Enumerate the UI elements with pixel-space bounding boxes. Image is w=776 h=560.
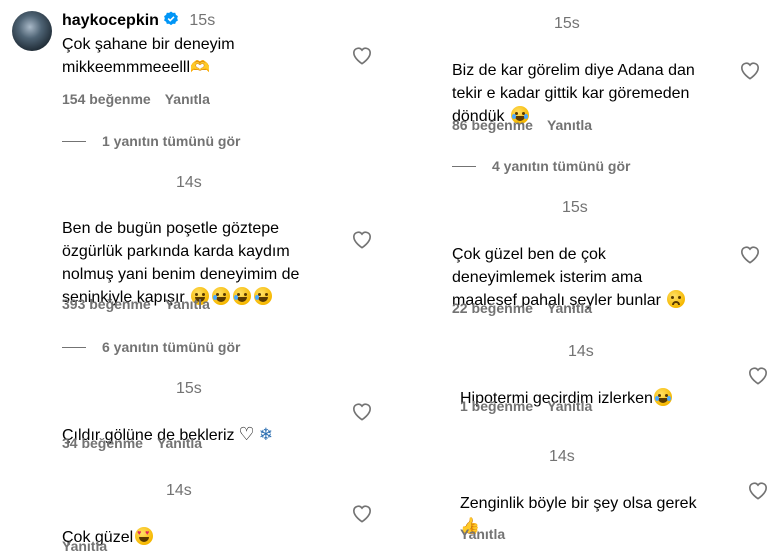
view-replies-button[interactable]: 4 yanıtın tümünü gör [452, 158, 630, 174]
reply-button[interactable]: Yanıtla [62, 538, 107, 554]
heart-eyes-emoji-icon: ♥ ♥ [135, 527, 154, 545]
view-replies-label: 1 yanıtın tümünü gör [102, 133, 241, 149]
like-button[interactable] [351, 401, 373, 421]
comment-actions: 154 beğenme Yanıtla [62, 91, 224, 107]
snowflake-emoji-icon: ❄ [258, 425, 273, 444]
likes-count[interactable]: 1 beğenme [460, 398, 533, 414]
comment-actions: 34 beğenme Yanıtla [62, 435, 216, 451]
like-button[interactable] [739, 244, 761, 264]
timestamp: 15s [176, 380, 202, 397]
likes-count[interactable]: 154 beğenme [62, 91, 151, 107]
sad-emoji-icon [667, 290, 686, 308]
heart-outline-icon [748, 367, 768, 385]
comment-actions: 86 beğenme Yanıtla [452, 117, 606, 133]
grinning-sweat-emoji-icon [653, 388, 672, 406]
rofl-emoji-icon [232, 287, 251, 305]
heart-outline-icon [740, 246, 760, 264]
reply-button[interactable]: Yanıtla [460, 526, 505, 542]
like-button[interactable] [351, 503, 373, 523]
reply-button[interactable]: Yanıtla [547, 117, 592, 133]
heart-outline-icon [352, 231, 372, 249]
like-button[interactable] [739, 60, 761, 80]
reply-button[interactable]: Yanıtla [547, 300, 592, 316]
heart-outline-icon [748, 482, 768, 500]
comment-text: Çok güzel ben de çok deneyimlemek isteri… [452, 220, 686, 312]
timestamp: 15s [554, 15, 580, 32]
likes-count[interactable]: 34 beğenme [62, 435, 143, 451]
likes-count[interactable]: 22 beğenme [452, 300, 533, 316]
likes-count[interactable]: 86 beğenme [452, 117, 533, 133]
avatar[interactable] [12, 11, 52, 51]
timestamp: 15s [562, 199, 588, 216]
divider [62, 140, 86, 142]
view-replies-button[interactable]: 6 yanıtın tümünü gör [62, 339, 240, 355]
comment-text: Biz de kar görelim diye Adana dan tekir … [452, 36, 695, 128]
comment-actions: Yanıtla [62, 538, 121, 554]
comment-body: Zenginlik böyle bir şey olsa gerek [460, 495, 697, 512]
timestamp: 15s [189, 12, 216, 29]
comment-text: Çok şahane bir deneyim mikkeemmmeeelll🫶 [62, 36, 235, 76]
reply-button[interactable]: Yanıtla [547, 398, 592, 414]
comment-header: haykocepkin 15s [62, 11, 215, 30]
divider [452, 165, 476, 167]
heart-outline-icon [352, 47, 372, 65]
comment-actions: 393 beğenme Yanıtla [62, 296, 224, 312]
comment-actions: Yanıtla [460, 526, 519, 542]
timestamp: 14s [549, 448, 575, 465]
divider [62, 346, 86, 348]
reply-button[interactable]: Yanıtla [165, 296, 210, 312]
view-replies-label: 4 yanıtın tümünü gör [492, 158, 631, 174]
comment-body: Biz de kar görelim diye Adana dan tekir … [452, 62, 695, 125]
reply-button[interactable]: Yanıtla [157, 435, 202, 451]
view-replies-button[interactable]: 1 yanıtın tümünü gör [62, 133, 240, 149]
timestamp: 14s [166, 482, 192, 499]
heart-outline-icon [740, 62, 760, 80]
white-heart-emoji-icon: ♡ [238, 424, 255, 444]
like-button[interactable] [351, 229, 373, 249]
view-replies-label: 6 yanıtın tümünü gör [102, 339, 241, 355]
timestamp: 14s [568, 343, 594, 360]
like-button[interactable] [747, 480, 769, 500]
verified-badge-icon [164, 11, 178, 26]
likes-count[interactable]: 393 beğenme [62, 296, 151, 312]
like-button[interactable] [351, 45, 373, 65]
username[interactable]: haykocepkin [62, 12, 159, 29]
comment-text: Ben de bugün poşetle göztepe özgürlük pa… [62, 194, 299, 309]
rofl-emoji-icon [253, 287, 272, 305]
comment-actions: 22 beğenme Yanıtla [452, 300, 606, 316]
heart-outline-icon [352, 403, 372, 421]
comment-actions: 1 beğenme Yanıtla [460, 398, 606, 414]
like-button[interactable] [747, 365, 769, 385]
timestamp: 14s [176, 174, 202, 191]
heart-outline-icon [352, 505, 372, 523]
reply-button[interactable]: Yanıtla [165, 91, 210, 107]
